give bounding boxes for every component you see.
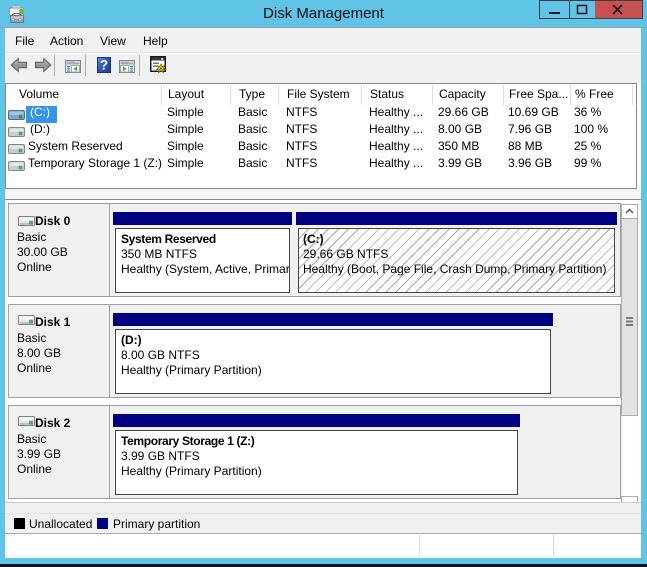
svg-text:?: ? (100, 58, 108, 73)
